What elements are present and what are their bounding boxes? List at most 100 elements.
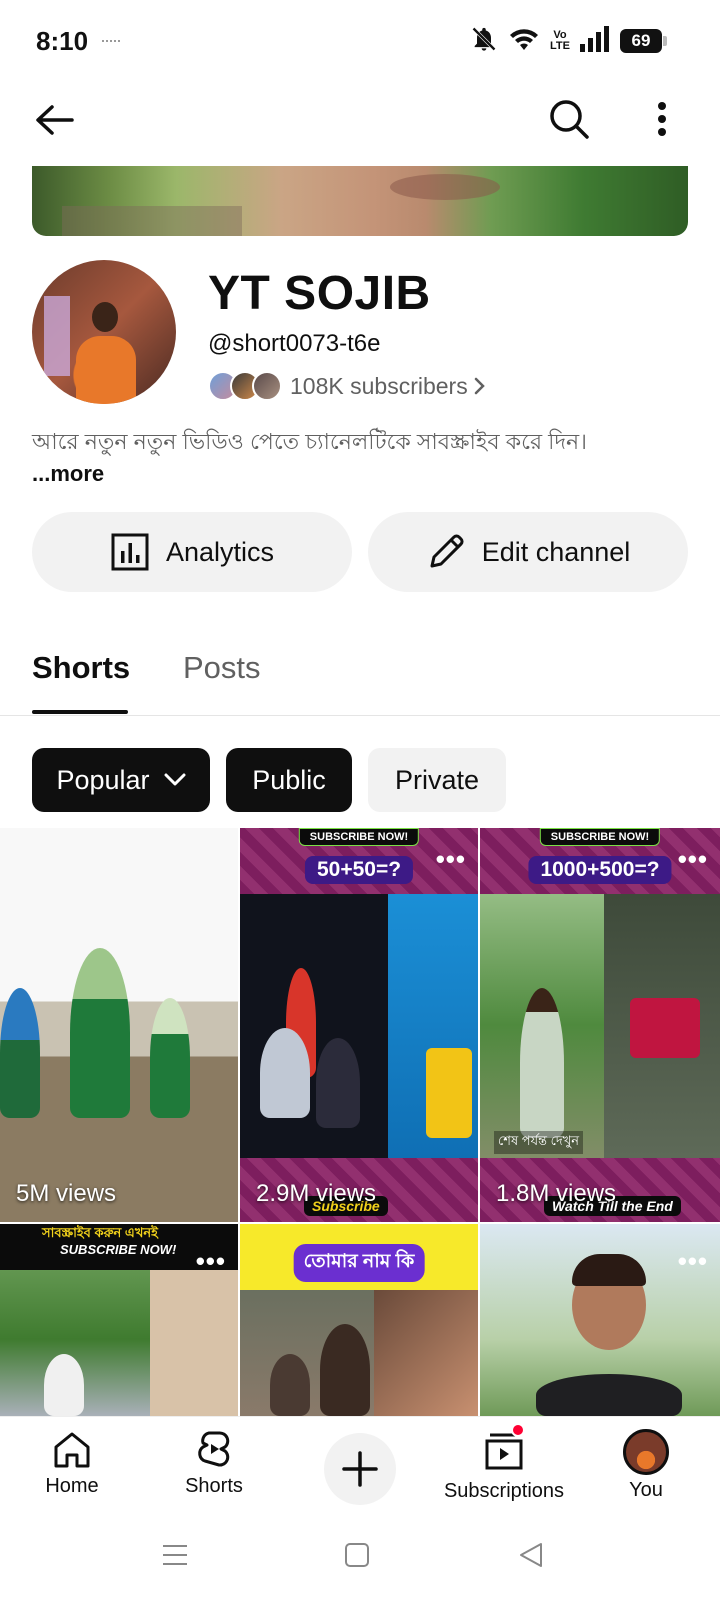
shorts-icon — [198, 1431, 230, 1467]
search-button[interactable] — [546, 96, 592, 142]
public-label: Public — [252, 764, 326, 795]
nav-home-label: Home — [45, 1475, 99, 1497]
short-thumbnail[interactable]: 5M views — [0, 828, 238, 1222]
tab-shorts[interactable]: Shorts — [32, 650, 130, 686]
chevron-down-icon — [164, 773, 186, 786]
channel-name: YT SOJIB — [208, 267, 431, 320]
channel-avatar[interactable] — [32, 260, 176, 404]
pencil-icon — [430, 534, 464, 568]
analytics-icon — [111, 533, 149, 571]
nav-you[interactable]: You — [576, 1429, 716, 1502]
notification-badge — [511, 1423, 525, 1437]
bell-off-icon — [470, 25, 498, 58]
thumbnail-person-shape — [260, 1028, 310, 1118]
short-thumbnail[interactable]: সাবস্ক্রাইব করুন এখনই SUBSCRIBE NOW! ••• — [0, 1224, 238, 1416]
more-options-button[interactable] — [650, 96, 674, 142]
popular-label: Popular — [56, 764, 150, 795]
status-bar: 8:10 Vo LTE 69 — [0, 0, 720, 84]
thumbnail-overlay-text: তোমার নাম কি — [293, 1244, 425, 1282]
channel-banner — [32, 166, 688, 236]
private-label: Private — [394, 764, 480, 795]
short-thumbnail[interactable]: SUBSCRIBE NOW! 1000+500=? ••• শেষ পর্যন্… — [480, 828, 720, 1222]
sort-popular-chip[interactable]: Popular — [32, 748, 210, 812]
more-link[interactable]: ...more — [32, 461, 104, 486]
tab-indicator — [32, 710, 128, 714]
volte-icon: Vo LTE — [550, 30, 570, 52]
private-chip[interactable]: Private — [368, 748, 506, 812]
thumbnail-person-shape — [70, 948, 130, 1118]
short-views: 1.8M views — [496, 1180, 617, 1207]
thumbnail-person-shape — [150, 998, 190, 1118]
more-horiz-icon[interactable]: ••• — [678, 846, 708, 872]
nav-subscriptions-label: Subscriptions — [443, 1480, 565, 1502]
back-arrow-icon — [36, 105, 74, 135]
thumbnail-person-shape — [44, 1354, 84, 1416]
nav-home[interactable]: Home — [2, 1429, 142, 1498]
analytics-button[interactable]: Analytics — [32, 512, 352, 592]
square-icon — [345, 1543, 369, 1567]
channel-handle: @short0073-t6e — [208, 330, 381, 357]
home-system-button[interactable] — [344, 1542, 370, 1573]
recents-button[interactable] — [162, 1542, 188, 1573]
notification-indicator — [102, 40, 120, 43]
tab-posts[interactable]: Posts — [183, 650, 261, 686]
battery-icon: 69 — [620, 29, 667, 53]
shorts-grid: 5M views SUBSCRIBE NOW! 50+50=? ••• Subs… — [0, 828, 720, 1416]
create-button[interactable] — [324, 1433, 396, 1505]
subscribe-now-label: SUBSCRIBE NOW! — [60, 1242, 177, 1257]
status-icons: Vo LTE 69 — [470, 25, 667, 58]
thumbnail-person-shape — [270, 1354, 310, 1416]
thumbnail-person-shape — [520, 988, 564, 1138]
channel-tabs: Shorts Posts — [0, 620, 720, 716]
nav-shorts[interactable]: Shorts — [144, 1429, 284, 1498]
top-app-bar — [0, 84, 720, 156]
channel-description[interactable]: আরে নতুন নতুন ভিডিও পেতে চ্যানেলটিকে সাব… — [32, 426, 632, 490]
edit-channel-label: Edit channel — [481, 536, 631, 567]
nav-shorts-label: Shorts — [185, 1475, 243, 1497]
short-thumbnail[interactable]: তোমার নাম কি — [240, 1224, 478, 1416]
thumbnail-caption: শেষ পর্যন্ত দেখুন — [494, 1131, 584, 1154]
thumbnail-object — [630, 998, 700, 1058]
short-views: 5M views — [16, 1180, 117, 1207]
thumbnail-person-shape — [320, 1324, 370, 1416]
subscribe-now-label: SUBSCRIBE NOW! — [298, 828, 420, 846]
more-horiz-icon[interactable]: ••• — [436, 846, 466, 872]
short-views: 2.9M views — [256, 1180, 377, 1207]
profile-avatar — [623, 1429, 669, 1475]
subscribers-row[interactable]: 108K subscribers — [208, 370, 486, 402]
subscriber-avatars — [208, 371, 284, 401]
nav-subscriptions[interactable]: Subscriptions — [434, 1423, 574, 1503]
thumbnail-overlay-text: 1000+500=? — [528, 856, 672, 884]
home-icon — [54, 1432, 90, 1468]
thumbnail-panel — [374, 1290, 478, 1416]
menu-lines-icon — [163, 1545, 187, 1565]
more-horiz-icon[interactable]: ••• — [678, 1248, 708, 1274]
analytics-label: Analytics — [165, 536, 275, 567]
wifi-icon — [508, 26, 540, 57]
thumbnail-object — [426, 1048, 472, 1138]
chevron-right-icon — [474, 377, 485, 395]
banner-wall-shape — [62, 206, 242, 236]
subscriber-avatar — [252, 371, 282, 401]
avatar-head-shape — [92, 302, 118, 332]
short-thumbnail[interactable]: SUBSCRIBE NOW! 50+50=? ••• Subscribe 2.9… — [240, 828, 478, 1222]
short-thumbnail[interactable]: ••• — [480, 1224, 720, 1416]
signal-icon — [580, 25, 610, 57]
edit-channel-button[interactable]: Edit channel — [368, 512, 688, 592]
subscribe-now-label: SUBSCRIBE NOW! — [539, 828, 661, 846]
thumbnail-shirt-shape — [536, 1374, 682, 1416]
back-system-button[interactable] — [518, 1542, 544, 1573]
public-chip[interactable]: Public — [226, 748, 352, 812]
volte-label-bottom: LTE — [550, 40, 570, 52]
back-button[interactable] — [30, 98, 78, 142]
subscriber-count: 108K subscribers — [290, 372, 468, 399]
status-time: 8:10 — [36, 26, 89, 56]
bottom-navigation: Home Shorts Subscriptions You — [0, 1416, 720, 1516]
thumbnail-hair-shape — [572, 1254, 646, 1286]
triangle-back-icon — [520, 1543, 542, 1567]
more-horiz-icon[interactable]: ••• — [196, 1248, 226, 1274]
thumbnail-overlay-text: 50+50=? — [304, 856, 414, 884]
add-icon — [342, 1451, 378, 1487]
thumbnail-person-shape — [316, 1038, 360, 1128]
subscriptions-icon-wrap — [481, 1423, 527, 1476]
